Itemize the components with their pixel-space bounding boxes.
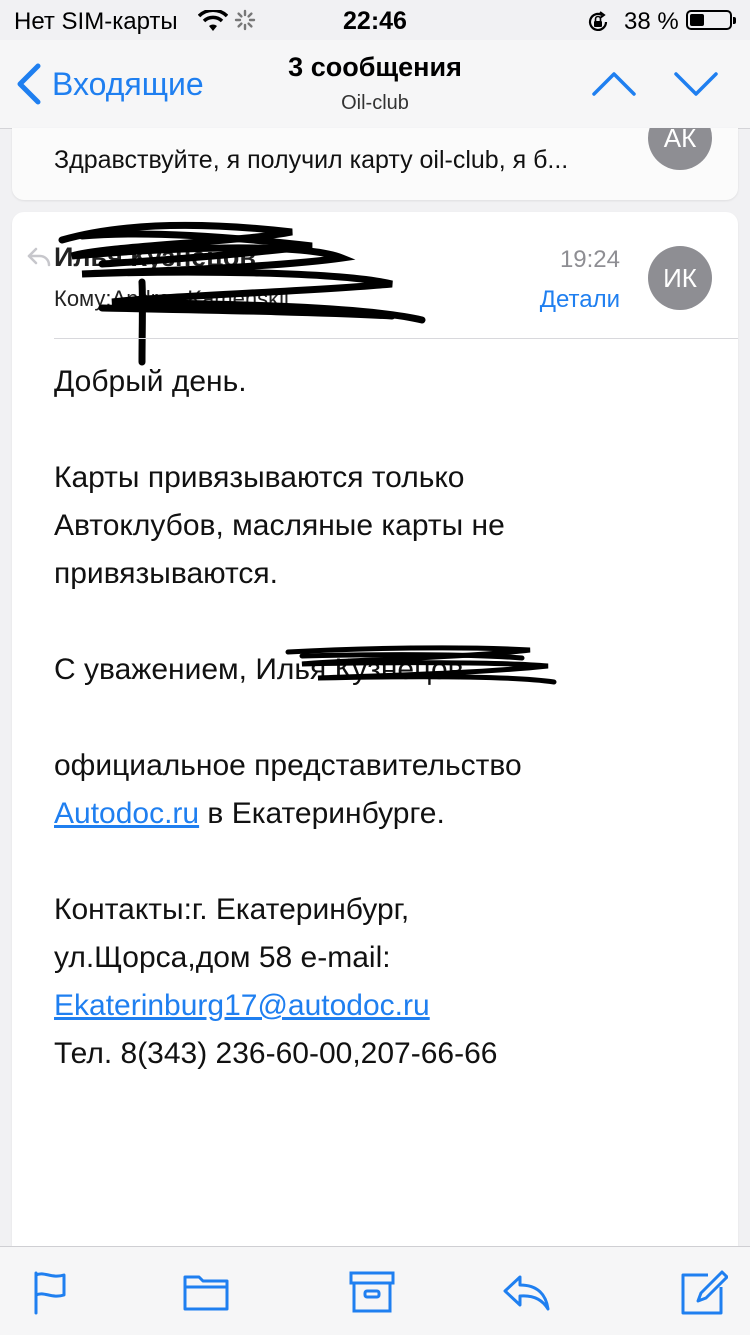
message-time: 19:24 bbox=[559, 246, 620, 273]
status-bar: Нет SIM-карты 22:46 38 % bbox=[0, 0, 750, 40]
phone-line[interactable]: Тел. 8(343) 236-60-00,207-66-66 bbox=[54, 1030, 714, 1078]
message-body: Добрый день. Карты привязываются только … bbox=[54, 358, 714, 1078]
message-card: Илья Кузнецов Кому:Andrey Kamenskii 19:2… bbox=[12, 212, 738, 1246]
next-message-button[interactable] bbox=[672, 66, 720, 102]
org-line: официальное представительство bbox=[54, 749, 522, 782]
recipient-name[interactable]: Andrey Kamenskii bbox=[112, 286, 289, 311]
folder-icon[interactable] bbox=[182, 1269, 230, 1315]
reply-icon[interactable] bbox=[502, 1269, 550, 1315]
autodoc-link[interactable]: Autodoc.ru bbox=[54, 797, 199, 830]
regards-text: С уважением, bbox=[54, 653, 256, 686]
replied-icon bbox=[27, 247, 51, 267]
body-line: привязываются. bbox=[54, 557, 278, 590]
avatar: ИК bbox=[648, 246, 712, 310]
org-line: Autodoc.ru в Екатеринбурге. bbox=[54, 790, 714, 838]
navigation-bar: Входящие 3 сообщения Oil-club bbox=[0, 40, 750, 129]
battery-icon bbox=[686, 10, 736, 30]
details-link[interactable]: Детали bbox=[540, 286, 620, 314]
org-line-rest: в Екатеринбурге. bbox=[199, 797, 445, 830]
body-line: Карты привязываются только bbox=[54, 461, 465, 494]
flag-icon[interactable] bbox=[30, 1269, 78, 1315]
to-label: Кому: bbox=[54, 286, 112, 311]
contacts-line: ул.Щорса,дом 58 e-mail: bbox=[54, 941, 391, 974]
previous-message-card[interactable]: Здравствуйте, я получил карту oil-club, … bbox=[12, 128, 738, 200]
recipient-line: Кому:Andrey Kamenskii bbox=[54, 286, 289, 312]
email-link[interactable]: Ekaterinburg17@autodoc.ru bbox=[54, 989, 430, 1022]
email-line: Ekaterinburg17@autodoc.ru bbox=[54, 982, 714, 1030]
rotation-lock-icon bbox=[588, 11, 608, 31]
previous-message-button[interactable] bbox=[590, 66, 638, 102]
bottom-toolbar bbox=[0, 1246, 750, 1335]
battery-percent: 38 % bbox=[624, 8, 679, 35]
message-snippet: Здравствуйте, я получил карту oil-club, … bbox=[54, 146, 569, 174]
redaction-scribble bbox=[285, 645, 557, 685]
greeting: Добрый день. bbox=[54, 365, 247, 398]
sender-name[interactable]: Илья Кузнецов bbox=[54, 242, 256, 273]
header-divider bbox=[54, 338, 738, 339]
archive-icon[interactable] bbox=[348, 1269, 396, 1315]
body-line: Автоклубов, масляные карты не bbox=[54, 509, 505, 542]
compose-icon[interactable] bbox=[680, 1269, 728, 1315]
avatar: АК bbox=[648, 128, 712, 170]
contacts-line: Контакты:г. Екатеринбург, bbox=[54, 893, 410, 926]
